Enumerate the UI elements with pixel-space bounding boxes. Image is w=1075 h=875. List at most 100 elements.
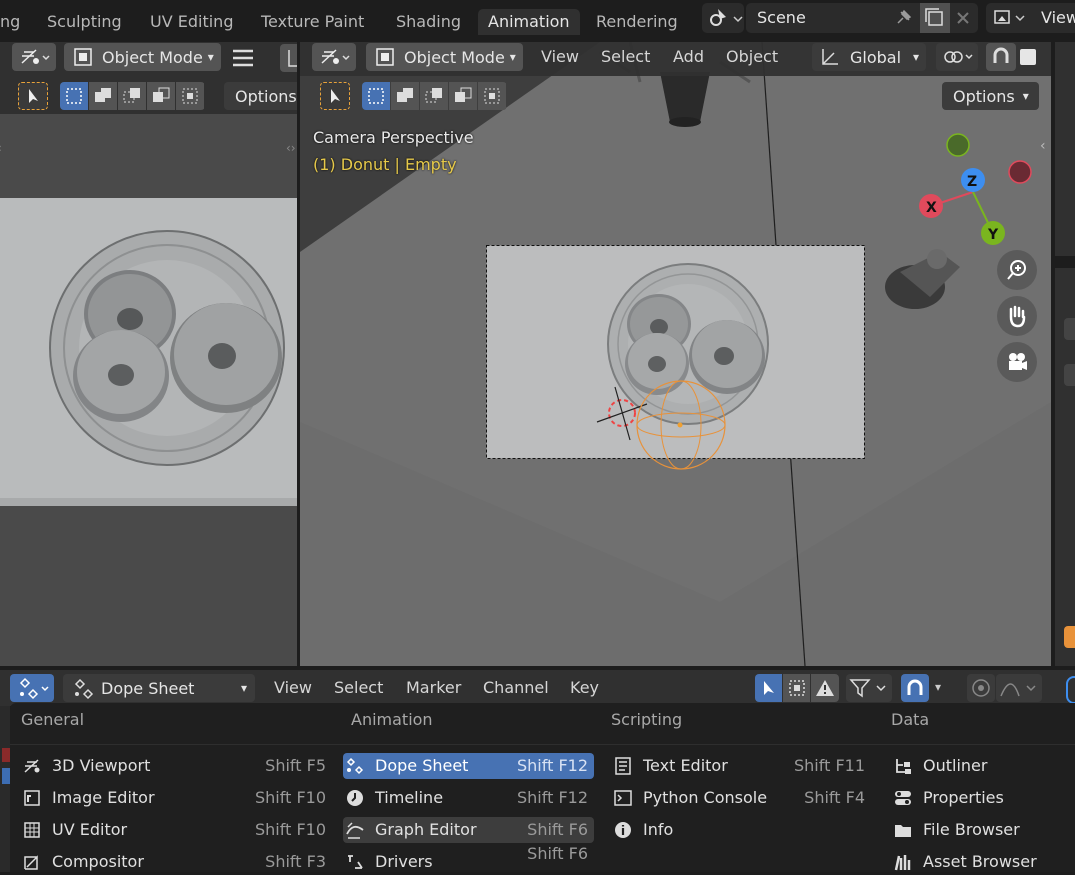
auto-snap-button[interactable] bbox=[901, 674, 929, 702]
transform-pivot-button[interactable] bbox=[280, 44, 297, 72]
side-tab-icon[interactable] bbox=[1066, 676, 1075, 704]
menu-item-python-console[interactable]: Python Console Shift F4 bbox=[611, 785, 871, 811]
viewport-3d-icon bbox=[20, 756, 44, 776]
select-intersect-icon[interactable] bbox=[176, 82, 204, 110]
tab-shading[interactable]: Shading bbox=[386, 9, 471, 35]
dopesheet-mode-dropdown[interactable]: Dope Sheet ▾ bbox=[63, 674, 255, 702]
main-editor-type-button[interactable] bbox=[312, 43, 356, 71]
zoom-button[interactable] bbox=[997, 250, 1037, 290]
menu-item-timeline[interactable]: Timeline Shift F12 bbox=[343, 785, 594, 811]
ds-menu-channel[interactable]: Channel bbox=[483, 674, 549, 702]
tab-sculpting[interactable]: Sculpting bbox=[37, 9, 132, 35]
close-icon[interactable] bbox=[954, 9, 972, 27]
falloff-dropdown[interactable] bbox=[996, 674, 1042, 702]
menu-item-compositor[interactable]: Compositor Shift F3 bbox=[20, 849, 332, 875]
editor-type-button[interactable] bbox=[12, 43, 56, 71]
left-viewport[interactable]: Object Mode ▾ Options ‹ ‹› bbox=[0, 42, 297, 666]
tab-uv-editing[interactable]: UV Editing bbox=[140, 9, 243, 35]
menu-item-label: Drivers bbox=[375, 852, 433, 871]
camera-view-button[interactable] bbox=[997, 342, 1037, 382]
menu-item-label: Timeline bbox=[375, 788, 444, 807]
render-tab-icon[interactable] bbox=[1064, 364, 1075, 386]
menu-item-properties[interactable]: Properties bbox=[891, 785, 1075, 811]
ds-menu-select[interactable]: Select bbox=[334, 674, 383, 702]
new-scene-button[interactable] bbox=[920, 3, 950, 33]
neg-x-handle[interactable] bbox=[1008, 160, 1032, 184]
menu-add[interactable]: Add bbox=[673, 43, 704, 71]
main-options-button[interactable]: Options ▾ bbox=[942, 82, 1039, 110]
menu-item-shortcut: Shift F6 bbox=[527, 820, 588, 839]
transform-orientation-dropdown[interactable]: Global ▾ bbox=[812, 43, 926, 71]
menu-item-3d-viewport[interactable]: 3D Viewport Shift F5 bbox=[20, 753, 332, 779]
tool-tab-icon[interactable] bbox=[1064, 318, 1075, 340]
view-layer-field[interactable]: View bbox=[986, 3, 1075, 33]
menu-item-image-editor[interactable]: Image Editor Shift F10 bbox=[20, 785, 332, 811]
menu-view[interactable]: View bbox=[541, 43, 579, 71]
menu-item-text-editor[interactable]: Text Editor Shift F11 bbox=[611, 753, 871, 779]
proportional-icon bbox=[972, 679, 990, 697]
menu-item-graph-editor[interactable]: Graph Editor Shift F6 bbox=[343, 817, 594, 843]
filter-dropdown[interactable] bbox=[846, 674, 892, 702]
dopesheet-header: Dope Sheet ▾ View Select Marker Channel … bbox=[0, 670, 1075, 706]
menu-item-drivers[interactable]: Drivers Shift F6 bbox=[343, 844, 594, 875]
dopesheet-editor-type-button[interactable] bbox=[10, 674, 54, 702]
dashed-box-icon bbox=[788, 680, 805, 696]
pin-icon[interactable] bbox=[892, 7, 914, 29]
select-invert-icon[interactable] bbox=[449, 82, 477, 110]
pivot-point-button[interactable] bbox=[936, 43, 978, 71]
navigation-gizmo[interactable]: Z X Y bbox=[918, 130, 1038, 252]
only-errors-button[interactable] bbox=[811, 674, 839, 702]
neg-y-handle[interactable] bbox=[946, 133, 970, 157]
select-extend-icon[interactable] bbox=[89, 82, 117, 110]
hamburger-menu-icon[interactable] bbox=[232, 48, 254, 72]
select-new-icon[interactable] bbox=[60, 82, 88, 110]
scene-name-field[interactable]: Scene bbox=[746, 3, 978, 33]
main-viewport[interactable]: Object Mode ▾ View Select Add Object Glo… bbox=[300, 42, 1051, 666]
select-subtract-icon[interactable] bbox=[118, 82, 146, 110]
select-intersect-icon[interactable] bbox=[478, 82, 506, 110]
left-options-button[interactable]: Options bbox=[224, 82, 297, 110]
ds-menu-key[interactable]: Key bbox=[570, 674, 599, 702]
object-tab-icon[interactable] bbox=[1064, 626, 1075, 648]
ds-menu-view[interactable]: View bbox=[274, 674, 312, 702]
scene-selector-button[interactable] bbox=[702, 3, 744, 33]
menu-item-outliner[interactable]: Outliner bbox=[891, 753, 1075, 779]
viewport-active-object: (1) Donut | Empty bbox=[313, 155, 457, 174]
tab-rendering[interactable]: Rendering bbox=[586, 9, 688, 35]
tab-animation[interactable]: Animation bbox=[478, 9, 580, 35]
sidebar-toggle-icon[interactable]: ‹ bbox=[1040, 138, 1046, 154]
menu-item-uv-editor[interactable]: UV Editor Shift F10 bbox=[20, 817, 332, 843]
select-new-icon[interactable] bbox=[362, 82, 390, 110]
warning-icon bbox=[816, 680, 834, 696]
menu-select[interactable]: Select bbox=[601, 43, 650, 71]
main-mode-dropdown[interactable]: Object Mode ▾ bbox=[366, 43, 523, 71]
proportional-edit-button[interactable] bbox=[967, 674, 995, 702]
menu-item-asset-browser[interactable]: Asset Browser bbox=[891, 849, 1075, 875]
main-select-tool-button[interactable] bbox=[320, 82, 350, 110]
select-tool-button[interactable] bbox=[18, 82, 48, 110]
snap-button[interactable] bbox=[986, 43, 1016, 71]
ds-menu-marker[interactable]: Marker bbox=[406, 674, 461, 702]
proportional-edit-icon[interactable] bbox=[1020, 49, 1036, 65]
left-mode-dropdown[interactable]: Object Mode ▾ bbox=[64, 43, 221, 71]
only-selected-button[interactable] bbox=[755, 674, 782, 702]
menu-item-file-browser[interactable]: File Browser bbox=[891, 817, 1075, 843]
menu-item-label: Image Editor bbox=[52, 788, 155, 807]
chevron-down-icon[interactable]: ▾ bbox=[935, 680, 941, 694]
menu-item-dope-sheet[interactable]: Dope Sheet Shift F12 bbox=[343, 753, 594, 779]
tab-texture-paint[interactable]: Texture Paint bbox=[251, 9, 374, 35]
heading-scripting: Scripting bbox=[611, 710, 683, 729]
channel-expand-icon[interactable] bbox=[2, 768, 10, 784]
menu-item-info[interactable]: Info bbox=[611, 817, 871, 843]
show-hidden-button[interactable] bbox=[783, 674, 810, 702]
cursor-icon bbox=[763, 681, 774, 695]
select-subtract-icon[interactable] bbox=[420, 82, 448, 110]
drivers-icon bbox=[343, 852, 367, 872]
select-extend-icon[interactable] bbox=[391, 82, 419, 110]
select-invert-icon[interactable] bbox=[147, 82, 175, 110]
menu-object[interactable]: Object bbox=[726, 43, 778, 71]
zoom-icon bbox=[1007, 260, 1026, 280]
tab-layout[interactable]: ng bbox=[0, 9, 30, 35]
pan-button[interactable] bbox=[997, 296, 1037, 336]
asset-browser-icon bbox=[891, 852, 915, 872]
